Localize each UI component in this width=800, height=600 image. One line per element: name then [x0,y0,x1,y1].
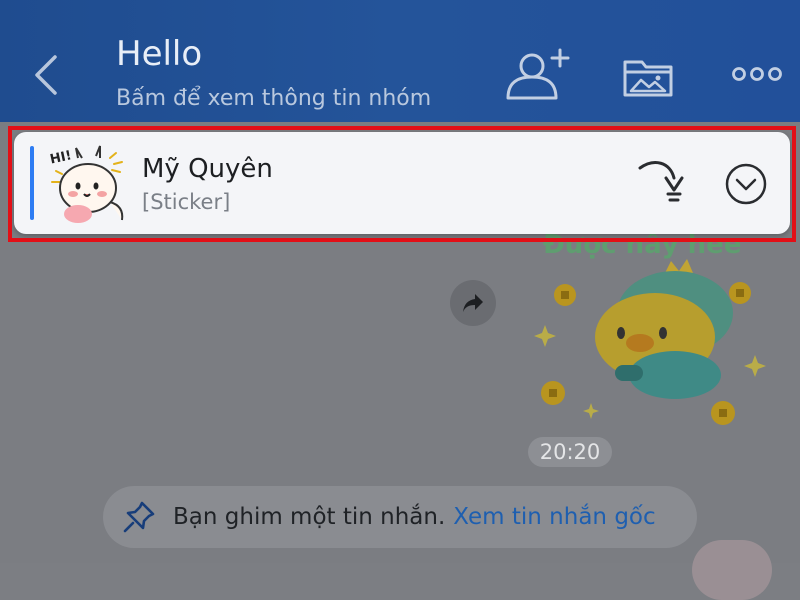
jump-to-message-icon [638,161,684,202]
pin-notice: Bạn ghim một tin nhắn. Xem tin nhắn gốc [103,486,697,548]
chat-header: Hello Bấm để xem thông tin nhóm [0,0,800,122]
pinned-message-type: [Sticker] [142,190,231,214]
more-options-button[interactable] [732,62,782,91]
jump-to-message-button[interactable] [636,156,686,212]
accent-bar [30,146,34,220]
back-icon [35,55,57,95]
media-folder-button[interactable] [622,54,674,103]
pin-icon [123,501,155,533]
add-member-icon [506,48,570,100]
pinned-message-card[interactable]: HI! Mỹ Quyên [Sticker] [14,132,790,234]
forward-arrow-icon [463,294,483,312]
media-folder-icon [623,60,673,97]
pinned-sender-name: Mỹ Quyên [142,154,273,184]
group-info-hint[interactable]: Bấm để xem thông tin nhóm [116,86,431,111]
expand-pinned-button[interactable] [724,162,768,206]
message-timestamp: 20:20 [528,437,612,467]
view-original-message-link[interactable]: Xem tin nhắn gốc [453,504,655,530]
duck-sticker-image: Được nầy hee [534,229,766,425]
expand-chevron-icon [725,163,767,205]
sticker-thumbnail: HI! [49,145,124,223]
back-button[interactable] [26,52,66,98]
sticker-message[interactable]: Được nầy hee [525,225,785,425]
more-icon [732,67,782,81]
partial-message-bubble [692,540,772,600]
add-member-button[interactable] [504,48,572,107]
svg-text:HI!: HI! [49,148,73,167]
forward-button[interactable] [450,280,496,326]
pin-notice-text: Bạn ghim một tin nhắn. [173,504,446,530]
group-title[interactable]: Hello [116,34,202,74]
